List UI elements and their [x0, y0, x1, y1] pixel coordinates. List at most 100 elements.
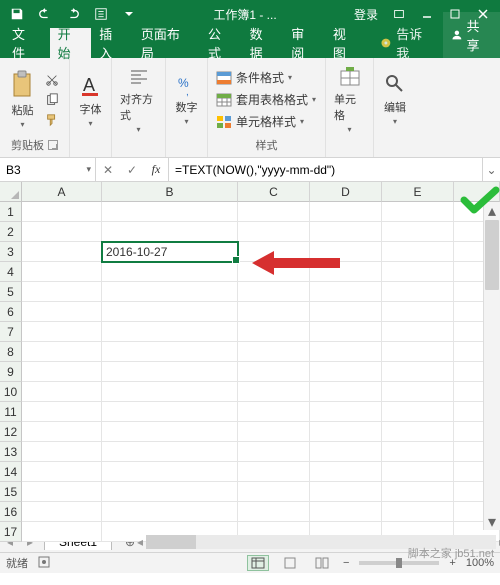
cell[interactable] [382, 242, 454, 262]
row-header[interactable]: 10 [0, 382, 22, 402]
col-header-e[interactable]: E [382, 182, 454, 202]
enter-formula-icon[interactable]: ✓ [120, 163, 144, 177]
cell[interactable] [238, 462, 310, 482]
tab-data[interactable]: 数据 [242, 28, 284, 58]
cell[interactable] [310, 282, 382, 302]
cell[interactable] [102, 442, 238, 462]
redo-icon[interactable] [60, 2, 86, 26]
cell[interactable] [310, 502, 382, 522]
clipboard-dialog-launcher[interactable] [48, 140, 58, 150]
row-header[interactable]: 17 [0, 522, 22, 542]
macro-record-icon[interactable] [38, 556, 50, 571]
minimize-icon[interactable] [414, 2, 440, 26]
cell[interactable] [238, 202, 310, 222]
row-header[interactable]: 14 [0, 462, 22, 482]
zoom-handle[interactable] [396, 558, 402, 568]
cut-icon[interactable] [42, 71, 62, 89]
cell[interactable] [238, 442, 310, 462]
row-header[interactable]: 6 [0, 302, 22, 322]
cell[interactable] [238, 222, 310, 242]
cell[interactable] [310, 382, 382, 402]
row-header[interactable]: 4 [0, 262, 22, 282]
font-group-button[interactable]: A字体▾ [78, 69, 104, 130]
page-break-view-icon[interactable] [311, 555, 333, 571]
cancel-formula-icon[interactable]: ✕ [96, 163, 120, 177]
cell[interactable] [102, 262, 238, 282]
cell[interactable] [238, 322, 310, 342]
cell[interactable] [102, 222, 238, 242]
cell[interactable] [382, 342, 454, 362]
cell[interactable] [22, 262, 102, 282]
tab-review[interactable]: 审阅 [283, 28, 325, 58]
cell[interactable] [22, 462, 102, 482]
cell[interactable] [22, 242, 102, 262]
cell[interactable] [310, 242, 382, 262]
cell[interactable] [102, 502, 238, 522]
col-header-d[interactable]: D [310, 182, 382, 202]
editing-group-button[interactable]: 编辑▾ [382, 71, 408, 128]
hscroll-thumb[interactable] [146, 535, 196, 549]
cell[interactable] [382, 482, 454, 502]
name-box[interactable]: B3▾ [0, 158, 96, 181]
tab-home[interactable]: 开始 [50, 28, 92, 58]
cell[interactable] [310, 322, 382, 342]
cell[interactable] [22, 402, 102, 422]
row-header[interactable]: 16 [0, 502, 22, 522]
cell[interactable] [310, 462, 382, 482]
cell[interactable] [238, 282, 310, 302]
zoom-in-icon[interactable]: + [449, 557, 455, 569]
save-icon[interactable] [4, 2, 30, 26]
select-all-corner[interactable] [0, 182, 22, 202]
cell[interactable] [238, 482, 310, 502]
cell[interactable] [22, 362, 102, 382]
cell[interactable] [238, 402, 310, 422]
cell[interactable] [22, 482, 102, 502]
cell[interactable] [382, 362, 454, 382]
cell[interactable] [102, 362, 238, 382]
row-header[interactable]: 2 [0, 222, 22, 242]
cell[interactable] [102, 302, 238, 322]
cell[interactable] [382, 262, 454, 282]
format-as-table-button[interactable]: 套用表格格式 ▾ [214, 90, 318, 109]
zoom-out-icon[interactable]: − [343, 557, 349, 569]
insert-function-icon[interactable]: fx [144, 162, 168, 177]
share-button[interactable]: 共享 [443, 12, 500, 58]
cell[interactable] [22, 382, 102, 402]
cell[interactable] [238, 362, 310, 382]
cell[interactable] [310, 262, 382, 282]
col-header-c[interactable]: C [238, 182, 310, 202]
cell[interactable] [102, 462, 238, 482]
qat-customize-icon[interactable] [116, 2, 142, 26]
cell[interactable] [238, 382, 310, 402]
row-header[interactable]: 9 [0, 362, 22, 382]
col-header-b[interactable]: B [102, 182, 238, 202]
cell[interactable] [382, 422, 454, 442]
cell[interactable] [22, 442, 102, 462]
col-header-a[interactable]: A [22, 182, 102, 202]
row-header[interactable]: 8 [0, 342, 22, 362]
row-header[interactable]: 12 [0, 422, 22, 442]
expand-formula-bar-icon[interactable]: ⌄ [482, 158, 500, 181]
cell[interactable] [382, 202, 454, 222]
cell[interactable] [382, 402, 454, 422]
cell[interactable] [310, 202, 382, 222]
cell[interactable] [238, 342, 310, 362]
cell[interactable] [102, 482, 238, 502]
paste-button[interactable]: 粘贴 ▾ [8, 68, 38, 131]
cell[interactable] [310, 342, 382, 362]
cell[interactable] [382, 302, 454, 322]
copy-icon[interactable] [42, 91, 62, 109]
cell[interactable] [102, 322, 238, 342]
row-header[interactable]: 7 [0, 322, 22, 342]
horizontal-scrollbar[interactable]: ◂▸ [146, 535, 496, 549]
page-layout-view-icon[interactable] [279, 555, 301, 571]
cell[interactable] [238, 422, 310, 442]
col-header-overflow[interactable] [454, 182, 500, 202]
cell[interactable] [102, 282, 238, 302]
normal-view-icon[interactable] [247, 555, 269, 571]
ribbon-display-icon[interactable] [386, 2, 412, 26]
cell[interactable] [310, 422, 382, 442]
touch-mode-icon[interactable] [88, 2, 114, 26]
number-group-button[interactable]: %,数字▾ [174, 71, 200, 128]
cell[interactable] [22, 502, 102, 522]
